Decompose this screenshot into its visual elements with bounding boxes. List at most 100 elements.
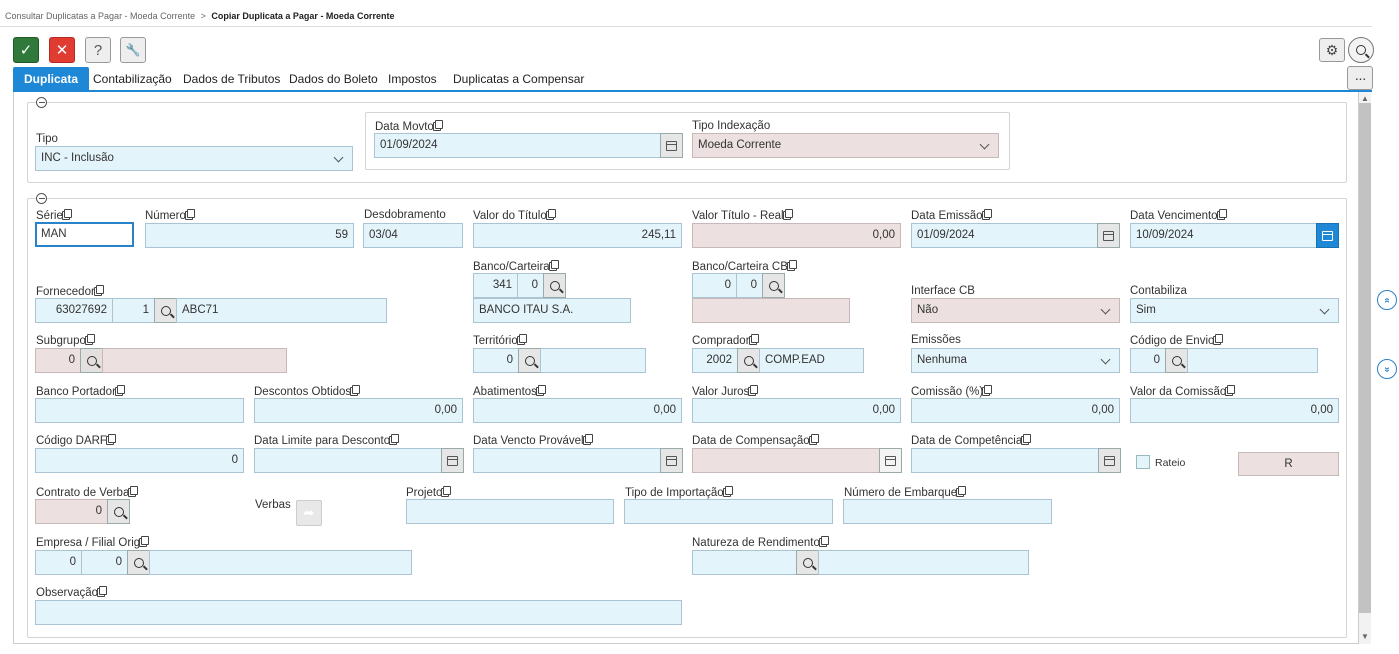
banco-portador-input[interactable] <box>35 398 244 423</box>
empresa-input[interactable]: 0 <box>35 550 82 575</box>
help-button[interactable]: ? <box>85 37 111 63</box>
collapse-icon[interactable] <box>36 97 47 108</box>
observacao-input[interactable] <box>35 600 682 625</box>
fornecedor-filial-input[interactable]: 1 <box>112 298 155 323</box>
tipo-indexacao-select[interactable]: Moeda Corrente <box>692 133 999 158</box>
data-competencia-input[interactable] <box>911 448 1099 473</box>
banco-carteira-cb-search-button[interactable] <box>762 273 785 298</box>
more-options-button[interactable]: ··· <box>1347 66 1373 90</box>
subgrupo-search-button[interactable] <box>80 348 103 373</box>
comprador-code-input[interactable]: 2002 <box>692 348 738 373</box>
territorio-search-button[interactable] <box>518 348 541 373</box>
comprador-search-button[interactable] <box>737 348 760 373</box>
numero-embarque-input[interactable] <box>843 499 1052 524</box>
fornecedor-code-input[interactable]: 63027692 <box>35 298 113 323</box>
banco-cb-input[interactable]: 0 <box>692 273 737 298</box>
contrato-verba-input[interactable]: 0 <box>35 499 108 524</box>
data-limite-calendar-button[interactable] <box>441 448 464 473</box>
filial-input[interactable]: 0 <box>81 550 128 575</box>
data-limite-label: Data Limite para Desconto <box>254 434 400 447</box>
natureza-rendimento-input[interactable] <box>692 550 798 575</box>
copy-icon <box>1218 209 1227 218</box>
search-icon <box>133 557 144 568</box>
data-movto-calendar-button[interactable] <box>660 133 683 158</box>
data-emissao-calendar-button[interactable] <box>1097 223 1120 248</box>
data-limite-input[interactable] <box>254 448 442 473</box>
data-compensacao-calendar-button[interactable] <box>879 448 902 473</box>
contrato-verba-search-button[interactable] <box>107 499 130 524</box>
collapse-icon[interactable] <box>36 193 47 204</box>
tab-dados-tributos[interactable]: Dados de Tributos <box>183 67 280 91</box>
data-emissao-input[interactable]: 01/09/2024 <box>911 223 1098 248</box>
tab-duplicata[interactable]: Duplicata <box>13 67 90 91</box>
valor-juros-input[interactable]: 0,00 <box>692 398 901 423</box>
territorio-input[interactable]: 0 <box>473 348 519 373</box>
natureza-rendimento-search-button[interactable] <box>796 550 819 575</box>
cancel-button[interactable]: ✕ <box>49 37 75 63</box>
data-movto-input[interactable]: 01/09/2024 <box>374 133 662 158</box>
subgrupo-input[interactable]: 0 <box>35 348 81 373</box>
search-icon <box>524 355 535 366</box>
projeto-input[interactable] <box>406 499 614 524</box>
tools-button[interactable]: 🔧 <box>120 37 146 63</box>
codigo-darf-label: Código DARF <box>36 434 116 447</box>
scroll-up-icon[interactable]: ▲ <box>1361 94 1369 103</box>
copy-icon <box>1215 334 1224 343</box>
tipo-select[interactable]: INC - Inclusão <box>35 146 353 171</box>
breadcrumb-parent[interactable]: Consultar Duplicatas a Pagar - Moeda Cor… <box>5 11 195 21</box>
natureza-rendimento-label: Natureza de Rendimento <box>692 536 829 549</box>
codigo-envio-search-button[interactable] <box>1165 348 1188 373</box>
carteira-input[interactable]: 0 <box>517 273 544 298</box>
emissoes-select[interactable]: Nenhuma <box>911 348 1120 373</box>
copy-icon <box>352 385 361 394</box>
settings-button[interactable]: ⚙ <box>1319 38 1345 62</box>
banco-carteira-search-button[interactable] <box>543 273 566 298</box>
fornecedor-search-button[interactable] <box>154 298 177 323</box>
copy-icon <box>107 434 116 443</box>
scrollbar-thumb[interactable] <box>1359 103 1371 613</box>
codigo-envio-nome-input <box>1187 348 1318 373</box>
codigo-darf-input[interactable]: 0 <box>35 448 244 473</box>
numero-input[interactable]: 59 <box>145 223 354 248</box>
contabiliza-select[interactable]: Sim <box>1130 298 1339 323</box>
data-vencimento-input[interactable]: 10/09/2024 <box>1130 223 1317 248</box>
interface-cb-select[interactable]: Não <box>911 298 1120 323</box>
rateio-checkbox[interactable] <box>1136 455 1150 469</box>
copy-icon <box>116 385 125 394</box>
search-icon <box>113 506 124 517</box>
tab-contabilizacao[interactable]: Contabilização <box>93 67 172 91</box>
scroll-to-bottom-button[interactable]: » <box>1377 359 1397 379</box>
valor-titulo-input[interactable]: 245,11 <box>473 223 682 248</box>
abatimentos-input[interactable]: 0,00 <box>473 398 682 423</box>
search-icon <box>549 280 560 291</box>
carteira-cb-input[interactable]: 0 <box>736 273 763 298</box>
calendar-icon <box>1103 230 1114 241</box>
tab-dados-boleto[interactable]: Dados do Boleto <box>289 67 378 91</box>
data-vencimento-label: Data Vencimento <box>1130 209 1227 222</box>
calendar-icon <box>447 455 458 466</box>
data-vencto-provavel-input[interactable] <box>473 448 661 473</box>
descontos-input[interactable]: 0,00 <box>254 398 463 423</box>
codigo-envio-input[interactable]: 0 <box>1130 348 1166 373</box>
banco-input[interactable]: 341 <box>473 273 518 298</box>
data-competencia-calendar-button[interactable] <box>1098 448 1121 473</box>
scroll-to-top-button[interactable]: » <box>1377 290 1397 310</box>
desdobramento-input[interactable]: 03/04 <box>363 223 463 248</box>
confirm-button[interactable]: ✓ <box>13 37 39 63</box>
global-search-button[interactable] <box>1348 37 1374 63</box>
empresa-filial-search-button[interactable] <box>127 550 150 575</box>
data-vencimento-calendar-button[interactable] <box>1316 223 1339 248</box>
tipo-importacao-input[interactable] <box>624 499 833 524</box>
tab-duplicatas-compensar[interactable]: Duplicatas a Compensar <box>453 67 584 91</box>
desdobramento-label: Desdobramento <box>364 209 446 221</box>
data-vencto-provavel-calendar-button[interactable] <box>660 448 683 473</box>
comissao-input[interactable]: 0,00 <box>911 398 1120 423</box>
scroll-down-icon[interactable]: ▼ <box>1361 632 1369 641</box>
valor-comissao-input[interactable]: 0,00 <box>1130 398 1339 423</box>
copy-icon <box>788 260 797 269</box>
r-button[interactable]: R <box>1238 452 1339 476</box>
verbas-button[interactable]: ➦ <box>296 500 322 526</box>
serie-input[interactable]: MAN <box>35 222 134 247</box>
breadcrumb: Consultar Duplicatas a Pagar - Moeda Cor… <box>5 11 394 21</box>
tab-impostos[interactable]: Impostos <box>388 67 437 91</box>
